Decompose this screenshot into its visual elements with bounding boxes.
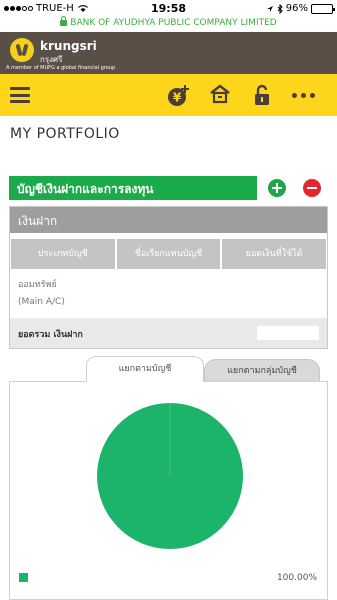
bluetooth-icon (277, 3, 283, 14)
deposit-table: เงินฝาก ประเภทบัญชี ชื่อเรียกแทนบัญชี ยอ… (9, 206, 328, 349)
krungsri-logo-icon (10, 38, 34, 62)
location-arrow-icon (266, 5, 273, 12)
lock-icon (60, 16, 68, 26)
tab-by-account[interactable]: แยกตามบัญชี (86, 356, 204, 382)
account-type: ออมทรัพย์ (18, 280, 57, 290)
more-icon[interactable] (292, 93, 315, 98)
deposit-total-label: ยอดรวม เงินฝาก (18, 330, 83, 340)
section-header: บัญชีเงินฝากและการลงทุน (9, 176, 257, 200)
remove-account-button[interactable] (303, 179, 321, 197)
unlock-icon[interactable] (252, 84, 272, 106)
deposit-total-row: ยอดรวม เงินฝาก (10, 318, 327, 348)
secure-url-text: BANK OF AYUDHYA PUBLIC COMPANY LIMITED (70, 18, 277, 28)
table-row[interactable]: ออมทรัพย์ (Main A/C) (10, 273, 327, 315)
column-header-account-type: ประเภทบัญชี (11, 239, 115, 269)
legend-percentage: 100.00% (276, 573, 317, 583)
status-right: 96% (266, 3, 335, 14)
menu-icon[interactable] (10, 87, 30, 103)
deposit-title: เงินฝาก (10, 207, 327, 233)
column-header-available-balance: ยอดเงินที่ใช้ได้ (222, 239, 327, 269)
brand-header: krungsri กรุงศรี A member of MUFG a glob… (0, 32, 337, 74)
home-icon[interactable] (209, 84, 231, 104)
pie-chart (97, 403, 243, 549)
brand-tagline: A member of MUFG a global financial grou… (6, 65, 116, 71)
column-headers: ประเภทบัญชี ชื่อเรียกแทนบัญชี ยอดเงินที่… (10, 239, 327, 269)
column-header-account-nickname: ชื่อเรียกแทนบัญชี (116, 239, 221, 269)
wealth-icon[interactable]: ¥ (167, 83, 191, 107)
legend-swatch (19, 573, 28, 582)
battery-icon (311, 3, 335, 14)
battery-percent: 96% (285, 3, 308, 14)
page-title: MY PORTFOLIO (10, 126, 120, 142)
deposit-total-value (257, 326, 319, 340)
brand-name: krungsri (40, 39, 97, 53)
add-account-button[interactable] (268, 179, 286, 197)
tab-by-account-group[interactable]: แยกตามกลุ่มบัญชี (204, 359, 320, 382)
svg-text:¥: ¥ (173, 91, 182, 105)
toolbar: ¥ (0, 74, 337, 116)
chart-panel: 100.00% (9, 381, 328, 600)
secure-url-bar: BANK OF AYUDHYA PUBLIC COMPANY LIMITED (0, 16, 337, 32)
account-nickname: (Main A/C) (18, 297, 65, 307)
status-bar: TRUE-H 19:58 96% (0, 0, 337, 18)
